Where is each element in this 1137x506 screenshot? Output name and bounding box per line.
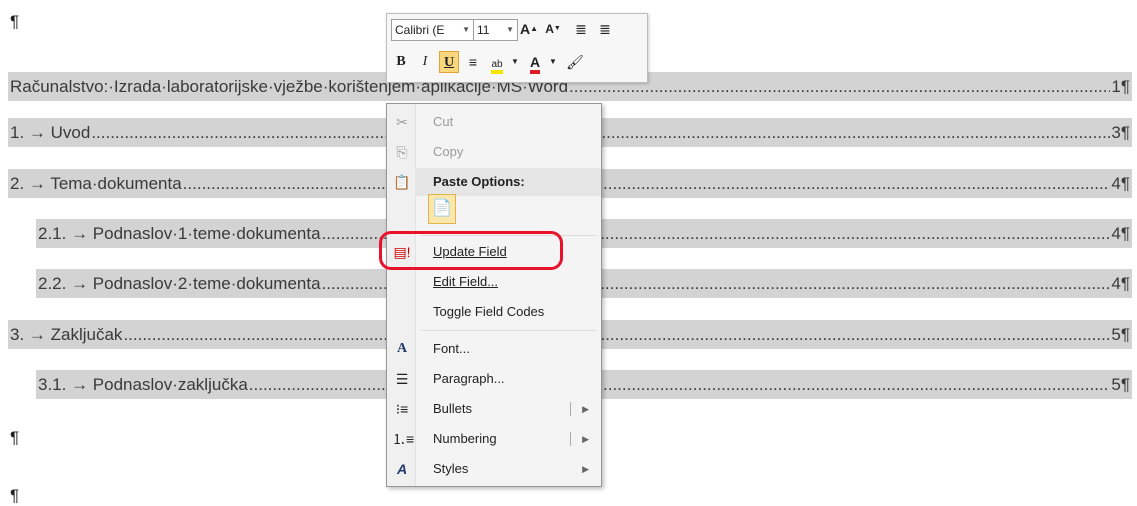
toc-page-number: 4¶ [1111, 173, 1130, 193]
toc-entry-text: 3. → Zaključak [10, 324, 123, 344]
menu-item-label: Paragraph... [433, 371, 505, 386]
pilcrow-mark: ¶ [10, 486, 20, 505]
font-color-icon: A [529, 54, 541, 74]
split-divider [570, 432, 571, 446]
toc-entry-text: 3.1. → Podnaslov·zaključka [38, 374, 248, 394]
font-size-box[interactable]: 11 ▼ [473, 19, 518, 41]
toc-leader-dots [249, 375, 1111, 395]
clipboard-icon: 📋 [393, 174, 411, 190]
toc-entry-text: 2. → Tema·dokumenta [10, 173, 182, 193]
mini-toolbar: Calibri (E ▼ 11 ▼ A▲ A▼ ≣ ≣ B I U ≡ ab ▼… [386, 13, 648, 83]
highlight-dropdown[interactable]: ▼ [509, 51, 521, 73]
menu-item-toggle-field-codes[interactable]: Toggle Field Codes [387, 298, 601, 326]
menu-item-label: Paste Options: [433, 174, 525, 189]
font-size-value: 11 [477, 23, 490, 37]
font-color-dropdown[interactable]: ▼ [547, 51, 559, 73]
scissors-icon: ✂ [396, 114, 408, 130]
toc-leader-dots [183, 174, 1111, 194]
menu-separator [421, 330, 597, 331]
submenu-arrow-icon[interactable]: ▶ [582, 395, 589, 423]
format-painter-icon: 🖌 [566, 54, 584, 70]
grow-font-button[interactable]: A▲ [519, 18, 539, 40]
highlight-ring [379, 231, 563, 270]
menu-item-label: Edit Field... [433, 274, 499, 289]
font-name-box[interactable]: Calibri (E ▼ [391, 19, 474, 41]
styles-icon: A [396, 461, 408, 477]
toc-page-number: 4¶ [1111, 223, 1130, 243]
menu-item-label: Styles [433, 461, 469, 476]
shrink-font-button[interactable]: A▼ [543, 18, 563, 40]
menu-item-label: Numbering [433, 431, 497, 446]
toc-entry-text: 2.2. → Podnaslov·2·teme·dokumenta [38, 273, 321, 293]
paste-options-header: Paste Options: [415, 168, 601, 196]
paragraph-icon: ☰ [395, 371, 409, 387]
menu-item-label: Copy [433, 144, 464, 159]
menu-item-edit-field[interactable]: Edit Field... [387, 268, 601, 296]
italic-button[interactable]: I [415, 51, 435, 73]
font-color-button[interactable]: A [525, 51, 545, 74]
menu-item-label: Toggle Field Codes [433, 304, 545, 319]
menu-item-styles[interactable]: A Styles ▶ [387, 455, 601, 483]
format-painter-button[interactable]: 🖌 [565, 51, 585, 73]
pilcrow-mark: ¶ [10, 428, 20, 447]
toc-leader-dots [123, 325, 1110, 345]
decrease-indent-icon: ≣ [575, 21, 587, 37]
toc-page-number: 1¶ [1111, 76, 1130, 96]
menu-item-label: Cut [433, 114, 454, 129]
menu-item-font[interactable]: A Font... [387, 335, 601, 363]
toc-page-number: 5¶ [1111, 324, 1130, 344]
highlighter-icon: ab [491, 59, 503, 74]
font-icon: A [396, 341, 408, 356]
numbering-icon: ⒈≡ [392, 431, 415, 447]
increase-indent-icon: ≣ [599, 21, 611, 37]
toc-page-number: 3¶ [1111, 122, 1130, 142]
bold-button[interactable]: B [391, 51, 411, 73]
menu-item-label: Font... [433, 341, 470, 356]
align-center-button[interactable]: ≡ [463, 51, 483, 73]
highlight-button[interactable]: ab [487, 51, 507, 74]
decrease-indent-button[interactable]: ≣ [571, 18, 591, 40]
chevron-down-icon: ▼ [462, 25, 470, 34]
menu-item-paragraph[interactable]: ☰ Paragraph... [387, 365, 601, 393]
font-name-value: Calibri (E [395, 23, 445, 37]
split-divider [570, 402, 571, 416]
align-center-icon: ≡ [468, 54, 478, 70]
toc-page-number: 5¶ [1111, 374, 1130, 394]
menu-item-copy[interactable]: ⎘ Copy [387, 138, 601, 166]
toc-entry-text: 1. → Uvod [10, 122, 91, 142]
paste-keep-text-button[interactable]: 📄 [428, 194, 456, 224]
copy-icon: ⎘ [396, 144, 408, 160]
underline-button[interactable]: U [439, 51, 459, 73]
context-menu: ✂ Cut ⎘ Copy Paste Options: 📋 ▤! Update … [386, 103, 602, 487]
pilcrow-mark: ¶ [10, 12, 20, 31]
increase-indent-button[interactable]: ≣ [595, 18, 615, 40]
menu-item-cut[interactable]: ✂ Cut [387, 108, 601, 136]
menu-item-numbering[interactable]: ⒈≡ Numbering ▶ [387, 425, 601, 453]
paste-icon: 📄 [432, 200, 452, 217]
bullets-icon: ⁝≡ [395, 401, 409, 417]
toc-entry-text: 2.1. → Podnaslov·1·teme·dokumenta [38, 223, 321, 243]
chevron-down-icon: ▼ [506, 25, 514, 34]
toc-page-number: 4¶ [1111, 273, 1130, 293]
menu-item-label: Bullets [433, 401, 473, 416]
submenu-arrow-icon[interactable]: ▶ [582, 425, 589, 453]
menu-item-bullets[interactable]: ⁝≡ Bullets ▶ [387, 395, 601, 423]
submenu-arrow-icon: ▶ [582, 464, 589, 474]
toc-leader-dots [569, 77, 1110, 97]
